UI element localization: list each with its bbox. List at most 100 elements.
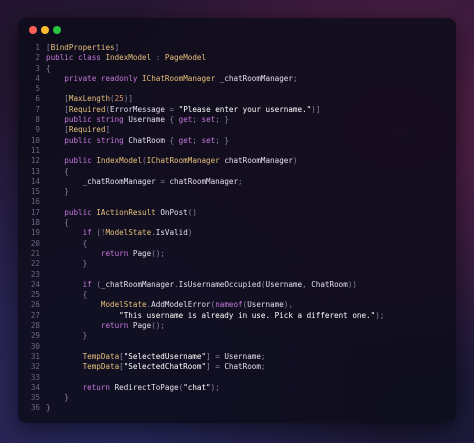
code-line: 20 { — [18, 239, 456, 249]
background: 1 [BindProperties] 2 public class IndexMode… — [0, 0, 474, 443]
code-text: [BindProperties] — [46, 43, 120, 52]
code-line: 32 TempData["SelectedChatRoom"] = ChatRo… — [18, 362, 456, 372]
code-line: 5 — [18, 84, 456, 94]
line-number: 36 — [30, 403, 40, 413]
code-text: public IActionResult OnPost() — [64, 207, 197, 217]
line-number: 5 — [35, 84, 40, 94]
line-number: 4 — [35, 73, 40, 83]
line-number: 17 — [30, 207, 40, 217]
code-line: 12 public IndexModel(IChatRoomManager ch… — [18, 156, 456, 166]
line-number: 13 — [30, 166, 40, 176]
line-number: 19 — [30, 228, 40, 238]
line-number: 7 — [35, 104, 40, 114]
line-number: 12 — [30, 156, 40, 166]
code-text: { — [82, 290, 88, 300]
code-editor[interactable]: 1 [BindProperties] 2 public class IndexMode… — [18, 43, 456, 414]
code-line: 21 return Page(); — [18, 249, 456, 259]
line-number: 21 — [30, 248, 40, 258]
code-line: 15 } — [18, 187, 456, 197]
line-number: 33 — [30, 372, 40, 382]
code-line: 30 — [18, 342, 456, 352]
line-number: 15 — [30, 187, 40, 197]
code-line: 10 public string ChatRoom { get; set; } — [18, 136, 456, 146]
code-line: 17 public IActionResult OnPost() — [18, 208, 456, 218]
code-line: 3{ — [18, 64, 456, 74]
code-text: private readonly IChatRoomManager _chatR… — [64, 73, 298, 83]
line-number: 1 — [35, 43, 40, 52]
line-number: 3 — [35, 63, 40, 73]
line-number: 16 — [30, 197, 40, 207]
code-line: 28 return Page(); — [18, 321, 456, 331]
code-line: 29 } — [18, 331, 456, 341]
code-line: 23 — [18, 270, 456, 280]
code-line: 35 } — [18, 393, 456, 403]
line-number: 6 — [35, 94, 40, 104]
code-text: TempData["SelectedChatRoom"] = ChatRoom; — [82, 362, 266, 372]
code-line: 6 [MaxLength(25)] — [18, 94, 456, 104]
code-line: 16 — [18, 197, 456, 207]
line-number: 27 — [30, 310, 40, 320]
code-line: 1 [BindProperties] — [18, 43, 456, 53]
line-number: 8 — [35, 115, 40, 125]
code-line: 33 — [18, 373, 456, 383]
code-line: 19 if (!ModelState.IsValid) — [18, 228, 456, 238]
code-line: 4 private readonly IChatRoomManager _cha… — [18, 74, 456, 84]
code-line: 34 return RedirectToPage("chat"); — [18, 383, 456, 393]
code-text: "This username is already in use. Pick a… — [119, 310, 385, 320]
code-text: } — [82, 331, 88, 341]
code-text: if (!ModelState.IsValid) — [82, 228, 193, 238]
line-number: 34 — [30, 382, 40, 392]
code-text: ModelState.AddModelError(nameof(Username… — [100, 300, 293, 310]
code-window: 1 [BindProperties] 2 public class IndexMode… — [18, 18, 456, 423]
code-text: public IndexModel(IChatRoomManager chatR… — [64, 156, 298, 166]
code-line: 25 { — [18, 290, 456, 300]
code-line: 18 { — [18, 218, 456, 228]
code-line: 24 if (_chatRoomManager.IsUsernameOccupi… — [18, 280, 456, 290]
code-text: TempData["SelectedUsername"] = Username; — [82, 351, 266, 361]
line-number: 32 — [30, 362, 40, 372]
code-line: 14 _chatRoomManager = chatRoomManager; — [18, 177, 456, 187]
line-number: 26 — [30, 300, 40, 310]
code-text: } — [82, 259, 88, 269]
line-number: 30 — [30, 341, 40, 351]
code-text: [Required(ErrorMessage = "Please enter y… — [64, 104, 321, 114]
line-number: 10 — [30, 135, 40, 145]
code-line: 13 { — [18, 167, 456, 177]
line-number: 2 — [35, 53, 40, 63]
maximize-button[interactable] — [53, 26, 61, 34]
line-number: 35 — [30, 393, 40, 403]
code-line: 36} — [18, 403, 456, 413]
code-text: { — [64, 166, 69, 176]
code-line: 2 public class IndexModel : PageModel — [18, 53, 456, 63]
code-text: } — [64, 187, 69, 197]
line-number: 20 — [30, 238, 40, 248]
code-text: { — [46, 63, 51, 73]
code-text: _chatRoomManager = chatRoomManager; — [82, 176, 243, 186]
code-text: return Page(); — [100, 248, 165, 258]
code-text: } — [46, 403, 51, 413]
code-text: public string ChatRoom { get; set; } — [64, 135, 229, 145]
code-text: return Page(); — [100, 321, 165, 331]
code-line: 9 [Required] — [18, 125, 456, 135]
line-number: 9 — [35, 125, 40, 135]
line-number: 29 — [30, 331, 40, 341]
line-number: 11 — [30, 145, 40, 155]
window-titlebar — [18, 18, 456, 42]
code-line: 31 TempData["SelectedUsername"] = Userna… — [18, 352, 456, 362]
line-number: 23 — [30, 269, 40, 279]
code-line: 26 ModelState.AddModelError(nameof(Usern… — [18, 300, 456, 310]
close-button[interactable] — [29, 26, 37, 34]
code-text: if (_chatRoomManager.IsUsernameOccupied(… — [82, 279, 357, 289]
code-text: { — [82, 238, 88, 248]
code-text: { — [64, 218, 69, 228]
code-text: public class IndexModel : PageModel — [46, 53, 207, 63]
code-line: 11 — [18, 146, 456, 156]
minimize-button[interactable] — [41, 26, 49, 34]
line-number: 24 — [30, 279, 40, 289]
line-number: 25 — [30, 290, 40, 300]
code-line: 8 public string Username { get; set; } — [18, 115, 456, 125]
code-text: return RedirectToPage("chat"); — [82, 382, 220, 392]
line-number: 18 — [30, 218, 40, 228]
code-text: } — [64, 393, 69, 403]
code-line: 27 "This username is already in use. Pic… — [18, 311, 456, 321]
